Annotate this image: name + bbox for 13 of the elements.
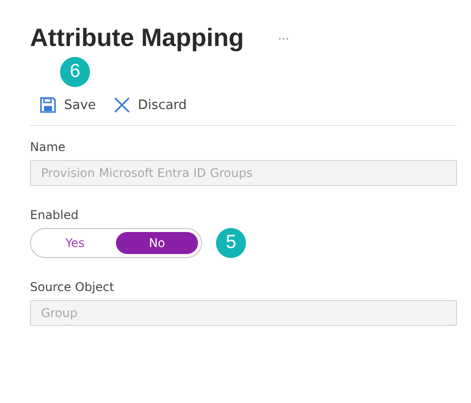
step-badge: 5 xyxy=(216,228,246,258)
toggle-option[interactable]: Yes xyxy=(34,232,116,254)
field-label: Enabled xyxy=(30,208,80,222)
toggle-option[interactable]: No xyxy=(116,232,198,254)
close-icon xyxy=(114,97,130,113)
step-badge: 6 xyxy=(60,57,90,87)
more-options[interactable]: ··· xyxy=(278,32,290,46)
page-title: Attribute Mapping xyxy=(30,24,244,53)
field-label: Name xyxy=(30,140,66,154)
save-icon xyxy=(40,97,56,113)
discard-button[interactable]: Discard xyxy=(110,93,191,117)
yes-no-toggle[interactable]: Yes No xyxy=(30,228,202,258)
field-label: Source Object xyxy=(30,280,116,294)
